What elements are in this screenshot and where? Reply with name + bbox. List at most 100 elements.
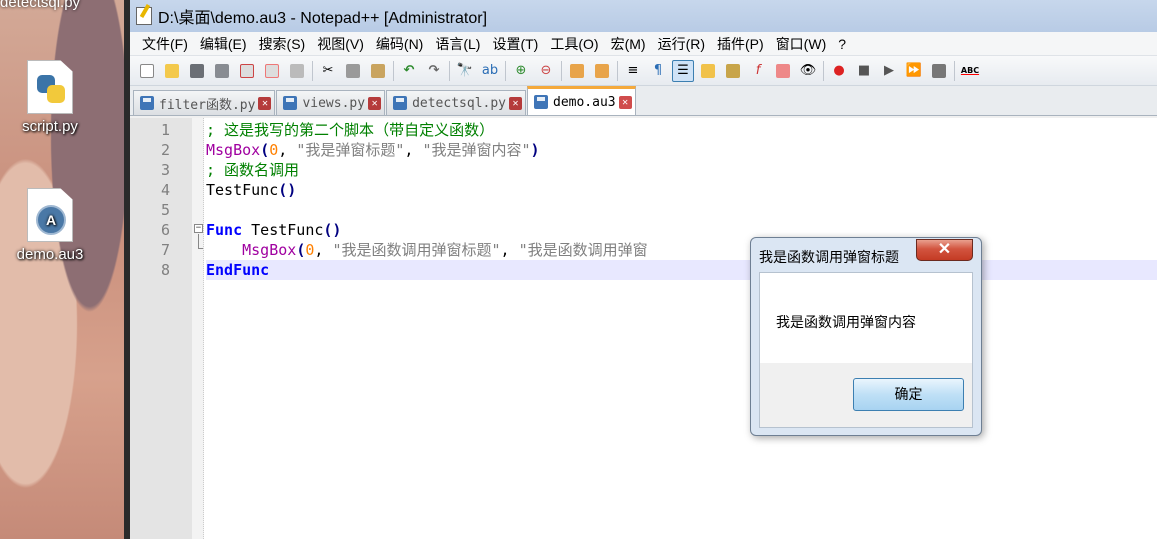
tab-label: detectsql.py [412,95,506,111]
tab-filter-py[interactable]: filter函数.py ✕ [133,90,276,115]
menu-settings[interactable]: 设置(T) [486,34,544,54]
close-tab-icon[interactable]: ✕ [258,96,272,110]
zoom-out-icon[interactable]: ⊖ [535,60,557,82]
function-list-icon[interactable]: f [747,60,769,82]
zoom-in-icon[interactable]: ⊕ [510,60,532,82]
replace-icon[interactable]: ab [479,60,501,82]
desktop-file-label[interactable]: detectsql.py [0,0,80,11]
toolbar: ✂ ↶ ↷ 🔭 ab ⊕ ⊖ ≡ ¶ ☰ f 👁 ● ■ ▶ ⏩ ABC [130,56,1157,86]
desktop-icon-demo-au3[interactable]: A demo.au3 [0,188,100,263]
record-macro-icon[interactable]: ● [828,60,850,82]
menu-run[interactable]: 运行(R) [652,34,711,54]
word-wrap-icon[interactable]: ≡ [622,60,644,82]
sync-vertical-icon[interactable] [566,60,588,82]
code-line-7: MsgBox(0, "我是函数调用弹窗标题", "我是函数调用弹窗 [206,240,1157,260]
menu-edit[interactable]: 编辑(E) [194,34,253,54]
menu-window[interactable]: 窗口(W) [770,34,833,54]
indent-guide-icon[interactable]: ☰ [672,59,694,82]
menu-view[interactable]: 视图(V) [311,34,370,54]
python-file-icon [27,60,73,114]
saved-file-icon [393,96,408,110]
redo-icon[interactable]: ↷ [423,60,445,82]
ok-button[interactable]: 确定 [853,378,964,411]
string-token: "我是函数调用弹窗标题" [332,241,501,259]
tab-label: filter函数.py [159,97,256,113]
toolbar-separator [954,60,955,81]
tab-views-py[interactable]: views.py ✕ [276,90,386,115]
operator-token: ( [260,141,270,159]
close-tab-icon[interactable]: ✕ [509,96,522,110]
fold-margin[interactable]: − [192,118,204,539]
tab-label: demo.au3 [553,94,616,110]
cut-icon[interactable]: ✂ [317,60,339,82]
open-file-icon[interactable] [161,60,183,82]
menu-help[interactable]: ? [832,36,852,52]
play-macro-icon[interactable]: ▶ [878,60,900,82]
desktop-icon-script-py[interactable]: script.py [0,60,100,135]
folder-workspace-icon[interactable] [772,60,794,82]
menu-search[interactable]: 搜索(S) [253,34,312,54]
title-bar[interactable]: D:\桌面\demo.au3 - Notepad++ [Administrato… [130,0,1157,32]
tab-bar: filter函数.py ✕ views.py ✕ detectsql.py ✕ … [130,86,1157,116]
operator-token: ) [530,141,540,159]
saved-file-icon [283,96,298,110]
print-icon[interactable] [286,60,308,82]
menu-macro[interactable]: 宏(M) [605,34,652,54]
show-all-chars-icon[interactable]: ¶ [647,60,669,82]
menu-bar: 文件(F) 编辑(E) 搜索(S) 视图(V) 编码(N) 语言(L) 设置(T… [130,32,1157,56]
operator-token: , [278,141,297,159]
fold-guide-end [198,248,203,249]
stop-macro-icon[interactable]: ■ [853,60,875,82]
close-tab-icon[interactable]: ✕ [618,95,632,109]
window-title: D:\桌面\demo.au3 - Notepad++ [Administrato… [158,10,488,27]
menu-encoding[interactable]: 编码(N) [370,34,429,54]
operator-token: () [278,181,297,199]
toolbar-separator [393,60,394,81]
spellcheck-icon[interactable]: ABC [959,60,981,82]
toolbar-separator [561,60,562,81]
save-icon[interactable] [186,60,208,82]
menu-language[interactable]: 语言(L) [429,34,486,54]
close-all-icon[interactable] [261,60,283,82]
desktop-icon-label: script.py [22,118,78,135]
close-file-icon[interactable] [236,60,258,82]
paste-icon[interactable] [367,60,389,82]
fold-toggle-icon[interactable]: − [194,224,203,233]
message-box-dialog: 我是函数调用弹窗标题 ✕ 我是函数调用弹窗内容 确定 [750,237,982,436]
saved-file-icon [534,95,548,109]
run-macro-multiple-icon[interactable]: ⏩ [903,60,925,82]
tab-detectsql-py[interactable]: detectsql.py ✕ [386,90,526,115]
copy-icon[interactable] [342,60,364,82]
code-area[interactable]: ; 这是我写的第二个脚本（带自定义函数） MsgBox(0, "我是弹窗标题",… [206,118,1157,280]
menu-file[interactable]: 文件(F) [136,34,194,54]
menu-tools[interactable]: 工具(O) [544,34,604,54]
toolbar-separator [617,60,618,81]
user-language-icon[interactable] [697,60,719,82]
doc-map-icon[interactable] [722,60,744,82]
line-number: 1 [160,121,170,139]
operator-token: , [500,241,519,259]
toolbar-separator [449,60,450,81]
string-token: "我是函数调用弹窗 [518,241,648,259]
close-tab-icon[interactable]: ✕ [368,96,382,110]
menu-plugins[interactable]: 插件(P) [711,34,770,54]
save-all-icon[interactable] [211,60,233,82]
monitoring-icon[interactable]: 👁 [797,60,819,82]
code-editor[interactable]: 1 2 3 4 5 6 7 8 − ; 这是我写的第二个脚本（带自定义函数） M… [130,118,1157,539]
identifier-token: TestFunc [242,221,324,239]
operator-token: , [404,141,423,159]
save-macro-icon[interactable] [928,60,950,82]
close-icon[interactable]: ✕ [916,239,973,261]
tab-demo-au3[interactable]: demo.au3 ✕ [527,86,636,115]
notepadpp-window: D:\桌面\demo.au3 - Notepad++ [Administrato… [130,0,1157,539]
find-icon[interactable]: 🔭 [454,60,476,82]
function-token: MsgBox [206,141,261,159]
sync-horizontal-icon[interactable] [591,60,613,82]
keyword-token: Func [206,221,243,239]
new-file-icon[interactable] [136,60,158,82]
operator-token: ( [296,241,306,259]
undo-icon[interactable]: ↶ [398,60,420,82]
notepad-app-icon[interactable] [136,7,152,25]
dialog-message-area: 我是函数调用弹窗内容 [760,273,972,363]
